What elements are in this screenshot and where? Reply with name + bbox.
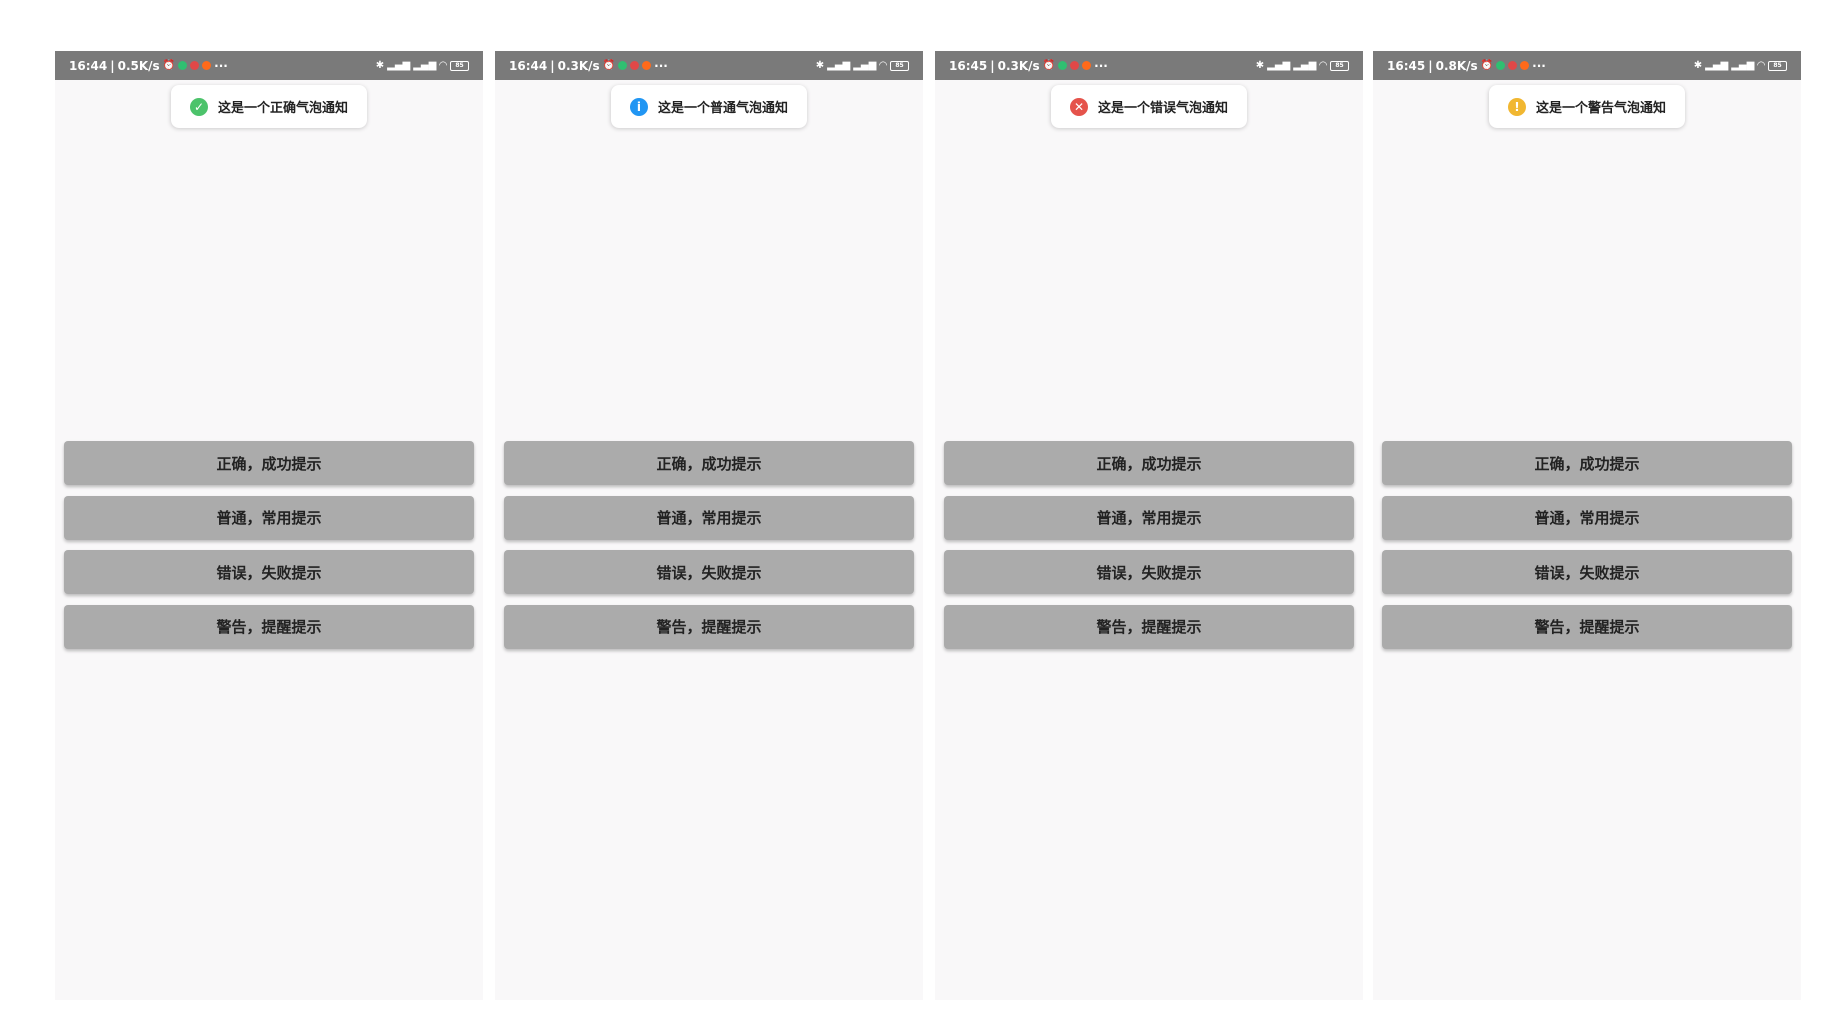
warning-tip-button[interactable]: 警告，提醒提示	[1382, 604, 1792, 649]
status-bar: 16:44 | 0.3K/s ⏰ ··· ✱ ▂▄▆ ▂▄▆ ◠ 85	[495, 51, 923, 80]
error-tip-button[interactable]: 错误，失败提示	[1382, 550, 1792, 594]
app-notification-icon	[630, 61, 640, 70]
signal-icon: ▂▄▆	[1705, 59, 1729, 71]
warning-tip-button[interactable]: 警告，提醒提示	[504, 604, 914, 649]
status-time: 16:45	[949, 58, 988, 73]
app-notification-icon	[642, 61, 652, 70]
error-tip-button[interactable]: 错误，失败提示	[64, 550, 474, 594]
phone-screen-info: 16:44 | 0.3K/s ⏰ ··· ✱ ▂▄▆ ▂▄▆ ◠ 85 i 这是…	[495, 51, 923, 1000]
success-tip-button[interactable]: 正确，成功提示	[1382, 441, 1792, 485]
toast-notification: ✕ 这是一个错误气泡通知	[1050, 85, 1248, 128]
bluetooth-icon: ✱	[375, 59, 385, 71]
status-bar: 16:44 | 0.5K/s ⏰ ··· ✱ ▂▄▆ ▂▄▆ ◠ 85	[55, 51, 483, 80]
button-group: 正确，成功提示 普通，常用提示 错误，失败提示 警告，提醒提示	[1382, 441, 1792, 659]
alarm-icon: ⏰	[1042, 59, 1056, 71]
app-notification-icon	[1070, 61, 1080, 70]
status-bar: 16:45 | 0.3K/s ⏰ ··· ✱ ▂▄▆ ▂▄▆ ◠ 85	[935, 51, 1363, 80]
signal-icon: ▂▄▆	[387, 59, 411, 71]
phone-screen-success: 16:44 | 0.5K/s ⏰ ··· ✱ ▂▄▆ ▂▄▆ ◠ 85 ✓ 这是…	[55, 51, 483, 1000]
info-tip-button[interactable]: 普通，常用提示	[944, 495, 1354, 540]
signal-icon: ▂▄▆	[853, 59, 877, 71]
error-tip-button[interactable]: 错误，失败提示	[944, 550, 1354, 594]
app-notification-icon	[1058, 61, 1068, 70]
more-notifications-icon: ···	[214, 58, 228, 73]
button-group: 正确，成功提示 普通，常用提示 错误，失败提示 警告，提醒提示	[64, 441, 474, 659]
network-speed: 0.3K/s	[557, 58, 600, 73]
more-notifications-icon: ···	[654, 58, 668, 73]
warning-circle-icon: !	[1507, 97, 1526, 116]
alarm-icon: ⏰	[162, 59, 176, 71]
battery-icon: 85	[890, 60, 909, 71]
toast-message: 这是一个错误气泡通知	[1097, 101, 1229, 116]
app-notification-icon	[618, 61, 628, 70]
toast-message: 这是一个警告气泡通知	[1535, 101, 1667, 116]
app-notification-icon	[1520, 61, 1530, 70]
signal-icon: ▂▄▆	[1731, 59, 1755, 71]
error-tip-button[interactable]: 错误，失败提示	[504, 550, 914, 594]
toast-message: 这是一个正确气泡通知	[217, 101, 349, 116]
info-tip-button[interactable]: 普通，常用提示	[1382, 495, 1792, 540]
network-speed: 0.5K/s	[117, 58, 160, 73]
phone-screen-error: 16:45 | 0.3K/s ⏰ ··· ✱ ▂▄▆ ▂▄▆ ◠ 85 ✕ 这是…	[935, 51, 1363, 1000]
status-time: 16:44	[69, 58, 108, 73]
success-tip-button[interactable]: 正确，成功提示	[504, 441, 914, 485]
bluetooth-icon: ✱	[815, 59, 825, 71]
button-group: 正确，成功提示 普通，常用提示 错误，失败提示 警告，提醒提示	[504, 441, 914, 659]
app-notification-icon	[1508, 61, 1518, 70]
signal-icon: ▂▄▆	[827, 59, 851, 71]
network-speed: 0.8K/s	[1435, 58, 1478, 73]
status-time: 16:44	[509, 58, 548, 73]
wifi-icon: ◠	[1319, 59, 1327, 71]
signal-icon: ▂▄▆	[1267, 59, 1291, 71]
check-circle-icon: ✓	[189, 97, 208, 116]
bluetooth-icon: ✱	[1255, 59, 1265, 71]
wifi-icon: ◠	[879, 59, 887, 71]
wifi-icon: ◠	[439, 59, 447, 71]
status-time: 16:45	[1387, 58, 1426, 73]
status-bar: 16:45 | 0.8K/s ⏰ ··· ✱ ▂▄▆ ▂▄▆ ◠ 85	[1373, 51, 1801, 80]
app-notification-icon	[1496, 61, 1506, 70]
toast-notification: i 这是一个普通气泡通知	[610, 85, 808, 128]
app-notification-icon	[178, 61, 188, 70]
error-circle-icon: ✕	[1069, 97, 1088, 116]
phone-screen-warning: 16:45 | 0.8K/s ⏰ ··· ✱ ▂▄▆ ▂▄▆ ◠ 85 ! 这是…	[1373, 51, 1801, 1000]
more-notifications-icon: ···	[1094, 58, 1108, 73]
warning-tip-button[interactable]: 警告，提醒提示	[944, 604, 1354, 649]
info-circle-icon: i	[629, 97, 648, 116]
app-notification-icon	[1082, 61, 1092, 70]
alarm-icon: ⏰	[1480, 59, 1494, 71]
app-notification-icon	[190, 61, 200, 70]
battery-icon: 85	[450, 60, 469, 71]
signal-icon: ▂▄▆	[413, 59, 437, 71]
button-group: 正确，成功提示 普通，常用提示 错误，失败提示 警告，提醒提示	[944, 441, 1354, 659]
success-tip-button[interactable]: 正确，成功提示	[64, 441, 474, 485]
network-speed: 0.3K/s	[997, 58, 1040, 73]
more-notifications-icon: ···	[1532, 58, 1546, 73]
info-tip-button[interactable]: 普通，常用提示	[504, 495, 914, 540]
wifi-icon: ◠	[1757, 59, 1765, 71]
info-tip-button[interactable]: 普通，常用提示	[64, 495, 474, 540]
toast-message: 这是一个普通气泡通知	[657, 101, 789, 116]
success-tip-button[interactable]: 正确，成功提示	[944, 441, 1354, 485]
bluetooth-icon: ✱	[1693, 59, 1703, 71]
toast-notification: ✓ 这是一个正确气泡通知	[170, 85, 368, 128]
app-notification-icon	[202, 61, 212, 70]
battery-icon: 85	[1330, 60, 1349, 71]
battery-icon: 85	[1768, 60, 1787, 71]
toast-notification: ! 这是一个警告气泡通知	[1488, 85, 1686, 128]
alarm-icon: ⏰	[602, 59, 616, 71]
signal-icon: ▂▄▆	[1293, 59, 1317, 71]
warning-tip-button[interactable]: 警告，提醒提示	[64, 604, 474, 649]
